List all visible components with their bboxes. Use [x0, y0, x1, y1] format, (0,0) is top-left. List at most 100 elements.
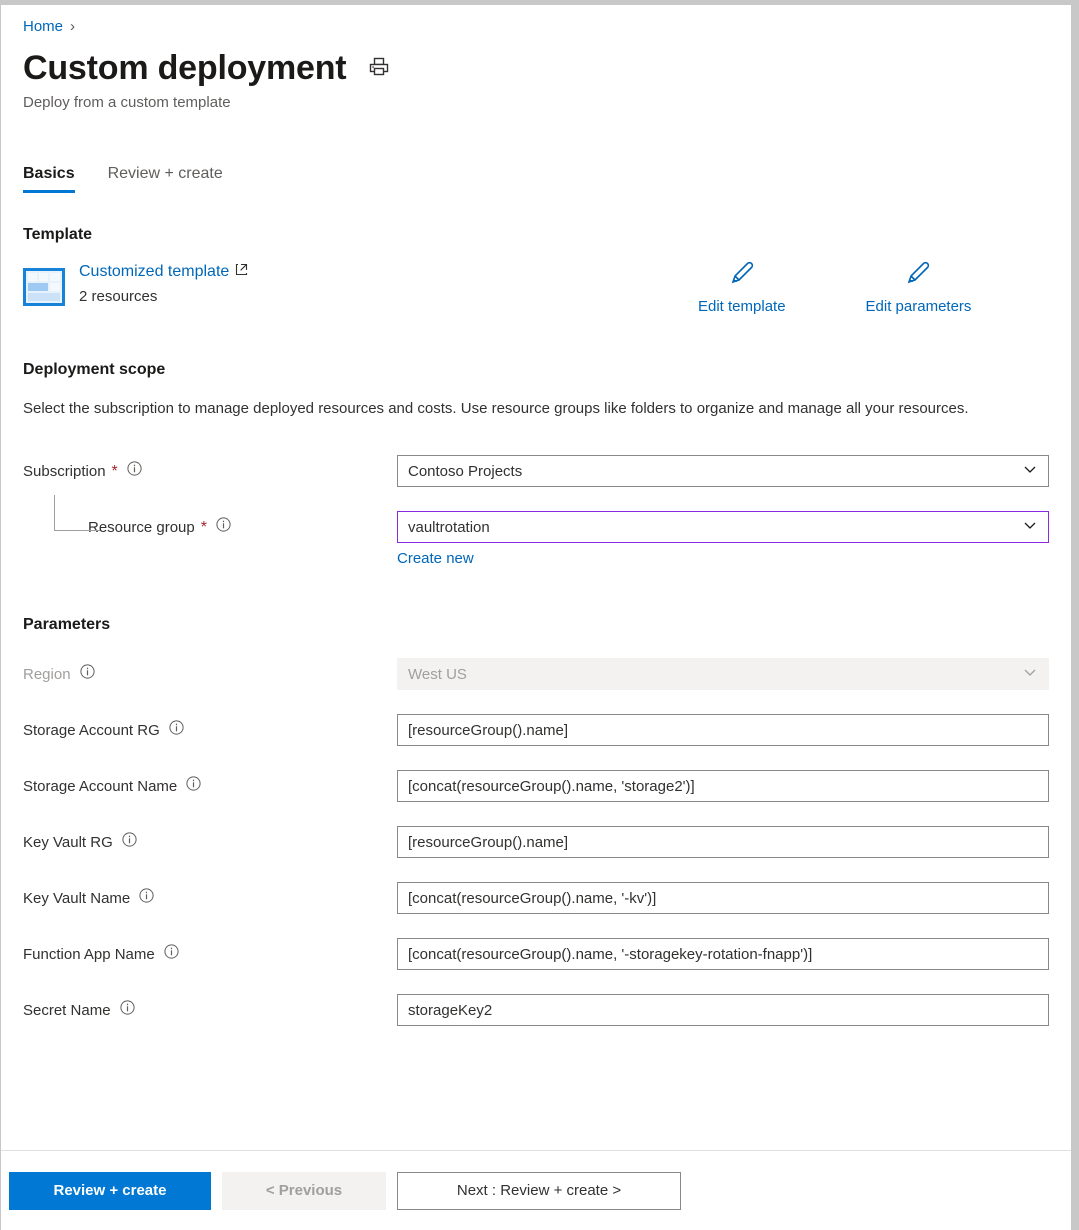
- template-row: Customized template 2 resources: [23, 262, 1049, 313]
- external-link-icon: [235, 262, 248, 282]
- screenshot-root: Home › Custom deployment Deploy from a c…: [0, 0, 1079, 1230]
- parameter-label: Key Vault Name: [23, 889, 130, 909]
- parameter-label-group: Storage Account RG: [23, 714, 397, 741]
- review-create-button[interactable]: Review + create: [9, 1172, 211, 1210]
- parameter-field: [resourceGroup().name]: [397, 826, 1049, 858]
- resource-group-value: vaultrotation: [408, 519, 490, 536]
- info-icon[interactable]: [216, 517, 231, 538]
- parameter-field: [concat(resourceGroup().name, '-kv')]: [397, 882, 1049, 914]
- create-new-resource-group-link[interactable]: Create new: [397, 550, 474, 567]
- parameter-input[interactable]: [resourceGroup().name]: [397, 714, 1049, 746]
- pencil-icon: [727, 258, 757, 292]
- previous-button: < Previous: [222, 1172, 386, 1210]
- parameter-label-group: Secret Name: [23, 994, 397, 1021]
- parameter-row: Storage Account RG [resourceGroup().name]: [23, 714, 1049, 746]
- scope-tree-connector: [54, 495, 100, 531]
- page-subtitle: Deploy from a custom template: [23, 93, 1049, 113]
- deployment-scope-title: Deployment scope: [23, 361, 1049, 379]
- subscription-value: Contoso Projects: [408, 463, 522, 480]
- parameter-field: storageKey2: [397, 994, 1049, 1026]
- tab-review-create[interactable]: Review + create: [108, 165, 223, 193]
- printer-icon[interactable]: [368, 55, 390, 82]
- parameter-row: Key Vault Name [concat(resourceGroup().na…: [23, 882, 1049, 914]
- parameter-value: [resourceGroup().name]: [408, 722, 568, 739]
- parameter-row: Key Vault RG [resourceGroup().name]: [23, 826, 1049, 858]
- info-icon[interactable]: [80, 664, 95, 685]
- pencil-icon: [903, 258, 933, 292]
- breadcrumb-separator-icon: ›: [70, 17, 75, 37]
- info-icon[interactable]: [169, 720, 184, 741]
- breadcrumb-home-link[interactable]: Home: [23, 17, 63, 37]
- page-title: Custom deployment: [23, 47, 346, 89]
- resource-group-row: Resource group * vaultrotation: [23, 511, 1049, 568]
- tab-list: Basics Review + create: [23, 165, 1049, 193]
- info-icon[interactable]: [186, 776, 201, 797]
- parameter-input[interactable]: [concat(resourceGroup().name, 'storage2'…: [397, 770, 1049, 802]
- blade-footer: Review + create < Previous Next : Review…: [1, 1150, 1071, 1230]
- chevron-down-icon: [1022, 664, 1038, 684]
- parameter-rows: Storage Account RG [resourceGroup().name]…: [23, 714, 1049, 1026]
- parameter-input[interactable]: [concat(resourceGroup().name, '-storagek…: [397, 938, 1049, 970]
- info-icon[interactable]: [164, 944, 179, 965]
- blade-content: Home › Custom deployment Deploy from a c…: [1, 5, 1071, 1150]
- subscription-label: Subscription: [23, 462, 106, 482]
- parameter-label: Secret Name: [23, 1001, 111, 1021]
- parameter-label-group: Key Vault Name: [23, 882, 397, 909]
- region-label: Region: [23, 665, 71, 685]
- region-row: Region West US: [23, 658, 1049, 690]
- template-edit-actions: Edit template Edit parameters: [698, 258, 971, 315]
- region-field: West US: [397, 658, 1049, 690]
- parameter-label-group: Function App Name: [23, 938, 397, 965]
- parameter-field: [resourceGroup().name]: [397, 714, 1049, 746]
- next-review-create-button[interactable]: Next : Review + create >: [397, 1172, 681, 1210]
- parameter-row: Storage Account Name [concat(resourceGrou…: [23, 770, 1049, 802]
- parameter-value: [concat(resourceGroup().name, '-storagek…: [408, 946, 812, 963]
- parameter-value: storageKey2: [408, 1002, 492, 1019]
- parameter-value: [concat(resourceGroup().name, '-kv')]: [408, 890, 656, 907]
- edit-parameters-label: Edit parameters: [866, 298, 972, 315]
- info-icon[interactable]: [127, 461, 142, 482]
- parameter-label: Storage Account RG: [23, 721, 160, 741]
- template-resource-count: 2 resources: [79, 287, 248, 306]
- parameter-input[interactable]: [concat(resourceGroup().name, '-kv')]: [397, 882, 1049, 914]
- parameter-value: [concat(resourceGroup().name, 'storage2'…: [408, 778, 695, 795]
- parameter-label-group: Key Vault RG: [23, 826, 397, 853]
- subscription-select[interactable]: Contoso Projects: [397, 455, 1049, 487]
- subscription-row: Subscription * Contoso Projects: [23, 455, 1049, 487]
- subscription-label-group: Subscription *: [23, 455, 397, 482]
- edit-parameters-button[interactable]: Edit parameters: [866, 258, 972, 315]
- parameter-label: Key Vault RG: [23, 833, 113, 853]
- resource-group-label: Resource group: [88, 518, 195, 538]
- breadcrumb: Home ›: [23, 5, 1049, 37]
- edit-template-button[interactable]: Edit template: [698, 258, 786, 315]
- title-row: Custom deployment: [23, 47, 1049, 89]
- info-icon[interactable]: [122, 832, 137, 853]
- customized-template-label: Customized template: [79, 262, 229, 282]
- parameter-row: Secret Name storageKey2: [23, 994, 1049, 1026]
- parameter-input[interactable]: [resourceGroup().name]: [397, 826, 1049, 858]
- region-select: West US: [397, 658, 1049, 690]
- deployment-scope-description: Select the subscription to manage deploy…: [23, 396, 1013, 421]
- customized-template-link[interactable]: Customized template: [79, 262, 248, 282]
- template-info: Customized template 2 resources: [79, 262, 248, 306]
- region-label-group: Region: [23, 658, 397, 685]
- edit-template-label: Edit template: [698, 298, 786, 315]
- parameter-label-group: Storage Account Name: [23, 770, 397, 797]
- parameters-section-title: Parameters: [23, 616, 1049, 634]
- tab-basics[interactable]: Basics: [23, 165, 75, 193]
- parameter-field: [concat(resourceGroup().name, '-storagek…: [397, 938, 1049, 970]
- region-value: West US: [408, 666, 467, 683]
- parameter-label: Storage Account Name: [23, 777, 177, 797]
- parameter-field: [concat(resourceGroup().name, 'storage2'…: [397, 770, 1049, 802]
- subscription-required-marker: *: [112, 466, 118, 478]
- parameter-row: Function App Name [concat(resourceGroup()…: [23, 938, 1049, 970]
- info-icon[interactable]: [120, 1000, 135, 1021]
- resource-group-required-marker: *: [201, 522, 207, 534]
- parameter-input[interactable]: storageKey2: [397, 994, 1049, 1026]
- resource-group-field: vaultrotation Create new: [397, 511, 1049, 568]
- info-icon[interactable]: [139, 888, 154, 909]
- template-grid-icon: [23, 266, 65, 313]
- resource-group-select[interactable]: vaultrotation: [397, 511, 1049, 543]
- chevron-down-icon: [1022, 461, 1038, 481]
- azure-portal-blade: Home › Custom deployment Deploy from a c…: [0, 5, 1071, 1230]
